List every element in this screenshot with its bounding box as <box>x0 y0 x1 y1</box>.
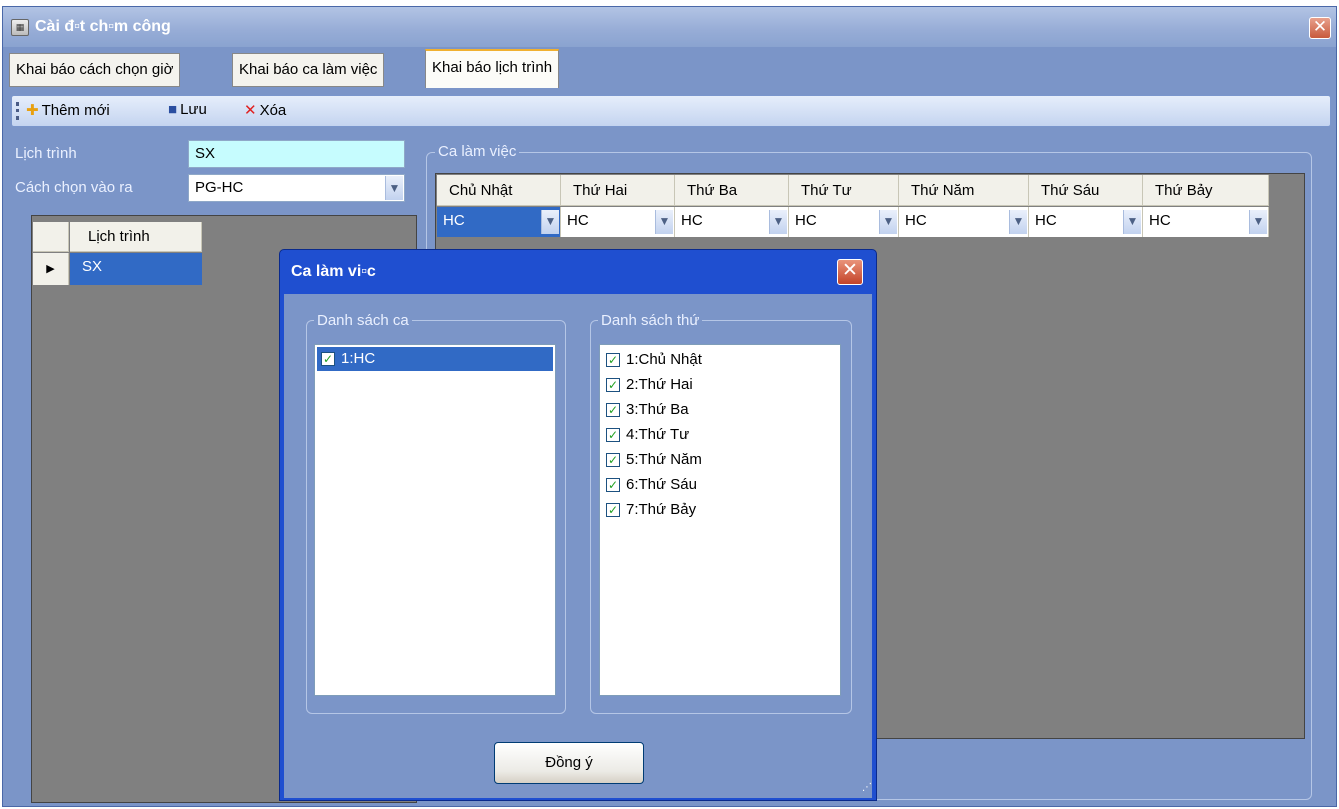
tab-time-selection[interactable]: Khai báo cách chọn giờ <box>9 53 181 87</box>
day-list-item[interactable]: ✓ 5:Thứ Năm <box>602 448 702 472</box>
schedule-row[interactable]: SX <box>70 253 202 285</box>
shift-cell-wednesday[interactable]: HC ▼ <box>789 207 899 237</box>
shift-list: ✓ 1:HC <box>314 344 556 696</box>
col-header-saturday[interactable]: Thứ Bảy <box>1143 175 1269 206</box>
save-button[interactable]: ■ Lưu <box>168 101 207 118</box>
shift-cell-monday[interactable]: HC ▼ <box>561 207 675 237</box>
col-header-thursday[interactable]: Thứ Năm <box>899 175 1029 206</box>
red-x-icon: ✕ <box>244 102 257 119</box>
inout-combobox[interactable]: PG-HC ▼ <box>188 174 405 202</box>
day-list-item[interactable]: ✓ 3:Thứ Ba <box>602 398 689 422</box>
row-header-corner <box>33 222 69 252</box>
title-bar: ▦ Cài đ▫t ch▫m công ✕ <box>3 7 1336 47</box>
checkbox-checked[interactable]: ✓ <box>606 428 620 442</box>
chevron-down-icon[interactable]: ▼ <box>541 210 559 234</box>
day-list-item[interactable]: ✓ 1:Chủ Nhật <box>602 348 702 372</box>
inout-label: Cách chọn vào ra <box>15 179 133 196</box>
checkbox-checked[interactable]: ✓ <box>606 453 620 467</box>
day-list-item[interactable]: ✓ 7:Thứ Bảy <box>602 498 696 522</box>
schedule-label: Lịch trình <box>15 145 77 162</box>
shift-cell-friday[interactable]: HC ▼ <box>1029 207 1143 237</box>
tab-schedule-declaration[interactable]: Khai báo lịch trình <box>425 49 560 88</box>
checkbox-checked[interactable]: ✓ <box>606 478 620 492</box>
plus-icon: ✚ <box>26 102 39 119</box>
shift-dialog: Ca làm vi▫c ✕ Danh sách ca ✓ 1:HC Danh sá… <box>279 249 877 801</box>
dialog-close-button[interactable]: ✕ <box>837 259 863 285</box>
toolbar-grip[interactable] <box>16 102 19 120</box>
day-list-title: Danh sách thứ <box>598 312 703 329</box>
tab-shift-declaration[interactable]: Khai báo ca làm việc <box>232 53 385 87</box>
shift-cell-saturday[interactable]: HC ▼ <box>1143 207 1269 237</box>
day-list-item[interactable]: ✓ 2:Thứ Hai <box>602 373 693 397</box>
col-header-monday[interactable]: Thứ Hai <box>561 175 675 206</box>
delete-button[interactable]: ✕ Xóa <box>244 101 286 119</box>
day-list: ✓ 1:Chủ Nhật ✓ 2:Thứ Hai ✓ 3:Thứ Ba ✓ 4:Thứ … <box>599 344 841 696</box>
chevron-down-icon[interactable]: ▼ <box>879 210 897 234</box>
shift-cell-sunday[interactable]: HC ▼ <box>437 207 561 237</box>
inout-value: PG-HC <box>195 179 244 196</box>
window-title: Cài đ▫t ch▫m công <box>35 18 171 35</box>
shift-cell-thursday[interactable]: HC ▼ <box>899 207 1029 237</box>
chevron-down-icon[interactable]: ▼ <box>1123 210 1141 234</box>
shift-group-title: Ca làm việc <box>435 143 520 160</box>
ok-button[interactable]: Đồng ý <box>494 742 644 784</box>
chevron-down-icon[interactable]: ▼ <box>385 176 403 200</box>
checkbox-checked[interactable]: ✓ <box>606 403 620 417</box>
chevron-down-icon[interactable]: ▼ <box>1249 210 1267 234</box>
schedule-input[interactable]: SX <box>188 140 405 168</box>
checkbox-checked[interactable]: ✓ <box>606 353 620 367</box>
dialog-title: Ca làm vi▫c <box>291 263 376 280</box>
day-list-item[interactable]: ✓ 4:Thứ Tư <box>602 423 689 447</box>
chevron-down-icon[interactable]: ▼ <box>655 210 673 234</box>
chevron-down-icon[interactable]: ▼ <box>769 210 787 234</box>
app-icon: ▦ <box>11 19 29 36</box>
chevron-down-icon[interactable]: ▼ <box>1009 210 1027 234</box>
col-header-tuesday[interactable]: Thứ Ba <box>675 175 789 206</box>
col-header-sunday[interactable]: Chủ Nhật <box>437 175 561 206</box>
toolbar: ✚ Thêm mới ■ Lưu ✕ Xóa <box>11 95 1331 127</box>
floppy-disk-icon: ■ <box>168 101 178 118</box>
shift-list-title: Danh sách ca <box>314 312 412 329</box>
schedule-column-header[interactable]: Lịch trình <box>70 222 202 252</box>
row-selector[interactable]: ▶ <box>33 253 69 285</box>
close-button[interactable]: ✕ <box>1309 17 1331 39</box>
dialog-body: Danh sách ca ✓ 1:HC Danh sách thứ ✓ 1:Chủ … <box>284 294 872 798</box>
day-list-item[interactable]: ✓ 6:Thứ Sáu <box>602 473 697 497</box>
resize-grip-icon[interactable]: ⋰ <box>862 782 874 794</box>
shift-list-item[interactable]: ✓ 1:HC <box>317 347 553 371</box>
col-header-wednesday[interactable]: Thứ Tư <box>789 175 899 206</box>
add-new-button[interactable]: ✚ Thêm mới <box>26 101 110 119</box>
checkbox-checked[interactable]: ✓ <box>606 503 620 517</box>
col-header-friday[interactable]: Thứ Sáu <box>1029 175 1143 206</box>
checkbox-checked[interactable]: ✓ <box>321 352 335 366</box>
shift-cell-tuesday[interactable]: HC ▼ <box>675 207 789 237</box>
checkbox-checked[interactable]: ✓ <box>606 378 620 392</box>
